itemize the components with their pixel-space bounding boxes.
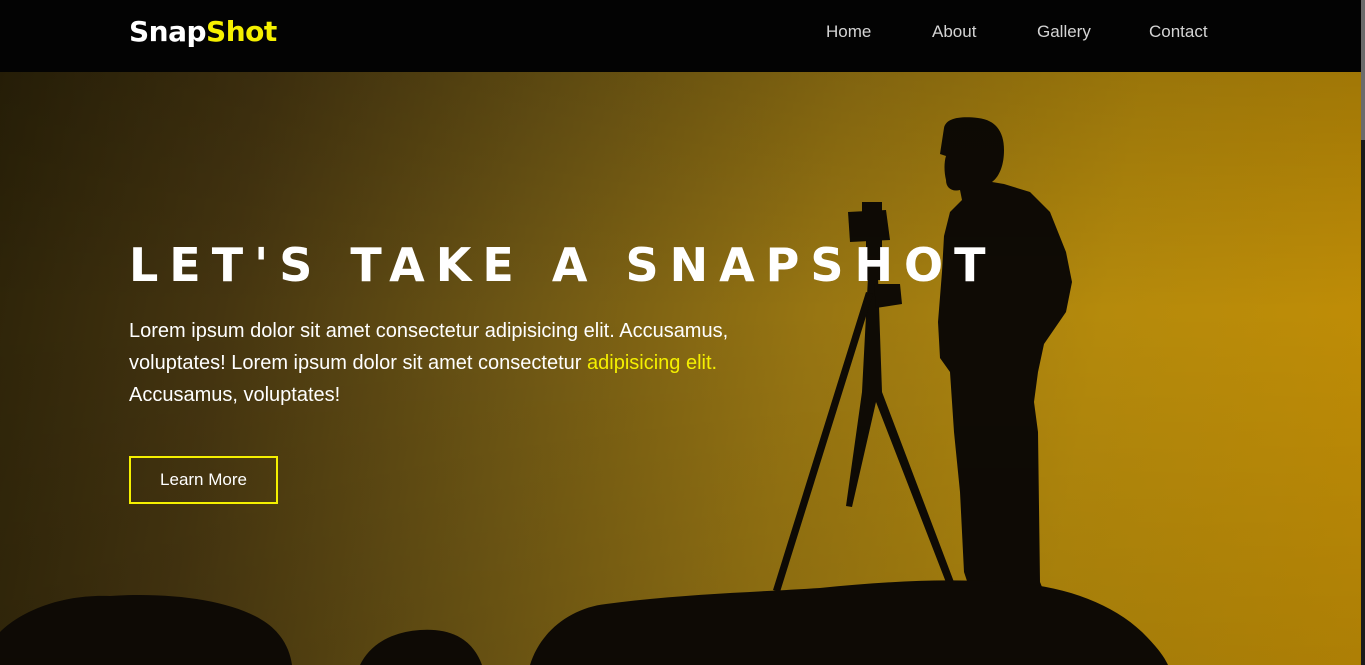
nav-links: Home About Gallery Contact: [0, 22, 1365, 46]
scrollbar-thumb[interactable]: [1361, 0, 1365, 140]
hero-section: LET'S TAKE A SNAPSHOT Lorem ipsum dolor …: [0, 72, 1365, 665]
navbar: SnapShot Home About Gallery Contact: [0, 0, 1365, 72]
nav-link-contact[interactable]: Contact: [1149, 22, 1208, 42]
learn-more-button[interactable]: Learn More: [129, 456, 278, 504]
nav-link-about[interactable]: About: [932, 22, 976, 42]
page-scrollbar[interactable]: [1361, 0, 1365, 665]
nav-link-home[interactable]: Home: [826, 22, 871, 42]
hero-description: Lorem ipsum dolor sit amet consectetur a…: [129, 315, 799, 411]
hero-title: LET'S TAKE A SNAPSHOT: [129, 238, 997, 292]
hero-text-end: Accusamus, voluptates!: [129, 384, 341, 406]
hero-text-highlight: adipisicing elit.: [587, 352, 718, 374]
nav-link-gallery[interactable]: Gallery: [1037, 22, 1091, 42]
